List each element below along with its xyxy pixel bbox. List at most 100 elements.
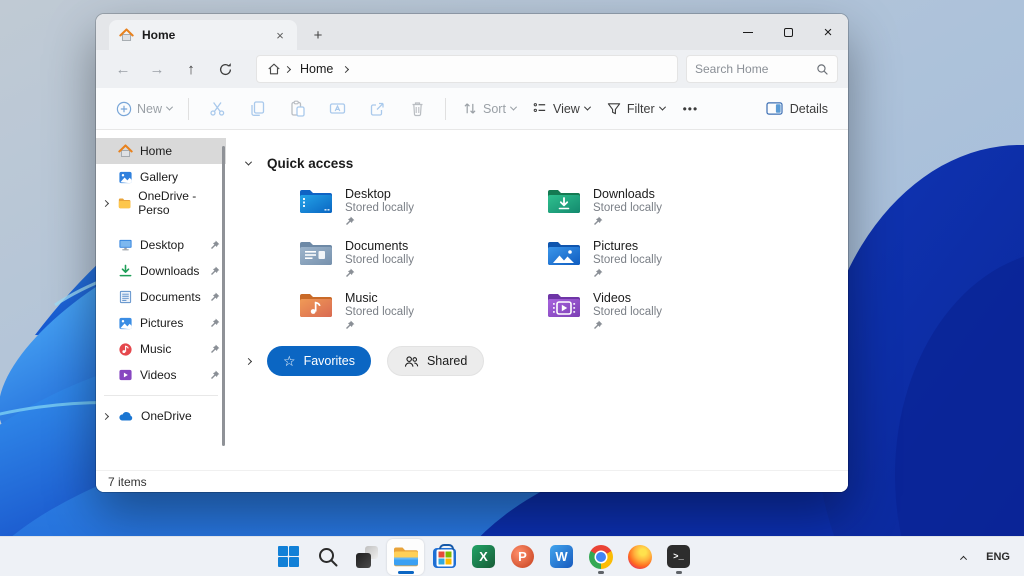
maximize-button[interactable]: [768, 14, 808, 50]
tab-close-button[interactable]: ×: [271, 26, 289, 44]
breadcrumb-home[interactable]: Home: [294, 62, 339, 76]
expand-chevron-icon[interactable]: [245, 357, 252, 364]
search-icon: [317, 546, 339, 568]
sidebar-item-music[interactable]: Music: [96, 336, 226, 362]
rename-icon: [329, 100, 346, 117]
expand-chevron-icon[interactable]: [102, 199, 109, 206]
command-toolbar: New: [96, 88, 848, 130]
new-label: New: [137, 102, 162, 116]
forward-button[interactable]: →: [140, 54, 174, 84]
taskbar-search-button[interactable]: [309, 539, 346, 575]
show-hidden-icons-chevron[interactable]: [960, 556, 967, 563]
pin-icon: [345, 268, 355, 278]
sidebar-item-label: OneDrive: [141, 409, 192, 423]
view-button[interactable]: View: [524, 95, 598, 122]
content-pane: Quick access: [226, 130, 848, 470]
delete-button[interactable]: [397, 93, 437, 125]
sidebar-item-pictures[interactable]: Pictures: [96, 310, 226, 336]
quick-access-item-desktop[interactable]: Desktop Stored locally: [299, 187, 547, 228]
excel-button[interactable]: X: [465, 539, 502, 575]
task-view-button[interactable]: [348, 539, 385, 575]
word-button[interactable]: W: [543, 539, 580, 575]
music-folder-icon: [299, 291, 333, 319]
expand-chevron-icon[interactable]: [102, 412, 109, 419]
details-label: Details: [790, 102, 828, 116]
quick-access-item-music[interactable]: Music Stored locally: [299, 291, 547, 332]
chevron-down-icon: [166, 104, 173, 111]
cut-button[interactable]: [197, 93, 237, 125]
sidebar-item-onedrive-personal[interactable]: OneDrive - Perso: [96, 190, 226, 216]
copy-icon: [249, 100, 266, 117]
sidebar-item-desktop[interactable]: Desktop: [96, 232, 226, 258]
sort-button[interactable]: Sort: [454, 95, 524, 122]
sidebar-item-onedrive[interactable]: OneDrive: [96, 403, 226, 429]
quick-access-item-videos[interactable]: Videos Stored locally: [547, 291, 795, 332]
explorer-body: Home Gallery OneDrive -: [96, 130, 848, 470]
sidebar-item-documents[interactable]: Documents: [96, 284, 226, 310]
tab-home[interactable]: Home ×: [109, 20, 297, 50]
new-tab-button[interactable]: +: [305, 22, 331, 48]
sidebar-item-videos[interactable]: Videos: [96, 362, 226, 388]
filter-label: Filter: [627, 102, 655, 116]
section-pills: ☆ Favorites Shared: [242, 346, 848, 376]
filter-button[interactable]: Filter: [598, 95, 673, 122]
new-button[interactable]: New: [108, 95, 180, 123]
powerpoint-button[interactable]: P: [504, 539, 541, 575]
taskbar-icons: X P W >_: [270, 539, 697, 575]
pin-icon: [345, 320, 355, 330]
minimize-button[interactable]: [728, 14, 768, 50]
quick-access-item-documents[interactable]: Documents Stored locally: [299, 239, 547, 280]
search-icon: [816, 63, 829, 76]
share-button[interactable]: [357, 93, 397, 125]
favorites-pill[interactable]: ☆ Favorites: [267, 346, 371, 376]
sort-label: Sort: [483, 102, 506, 116]
documents-icon: [118, 290, 133, 304]
details-button[interactable]: Details: [758, 95, 836, 122]
quick-access-header[interactable]: Quick access: [242, 156, 848, 171]
rename-button[interactable]: [317, 93, 357, 125]
sidebar-item-label: Pictures: [140, 316, 183, 330]
copy-button[interactable]: [237, 93, 277, 125]
file-explorer-button[interactable]: [387, 539, 424, 575]
sidebar-item-label: Videos: [140, 368, 176, 382]
delete-icon: [409, 100, 426, 117]
share-icon: [369, 100, 386, 117]
more-options-button[interactable]: •••: [673, 102, 709, 116]
microsoft-store-button[interactable]: [426, 539, 463, 575]
breadcrumb-chevron-icon[interactable]: [342, 65, 349, 72]
up-button[interactable]: ↑: [174, 54, 208, 84]
back-button[interactable]: ←: [106, 54, 140, 84]
terminal-button[interactable]: >_: [660, 539, 697, 575]
refresh-button[interactable]: [208, 54, 242, 84]
pin-icon: [210, 292, 220, 302]
windows-logo-icon: [278, 546, 300, 568]
pictures-folder-icon: [547, 239, 581, 267]
sidebar-item-gallery[interactable]: Gallery: [96, 164, 226, 190]
language-indicator[interactable]: ENG: [986, 551, 1010, 563]
home-icon: [118, 144, 133, 158]
view-icon: [532, 101, 548, 116]
chevron-down-icon: [584, 104, 591, 111]
item-name: Pictures: [593, 239, 662, 253]
sidebar-item-home[interactable]: Home: [96, 138, 226, 164]
search-box[interactable]: Search Home: [686, 55, 838, 83]
item-subtitle: Stored locally: [593, 306, 662, 318]
start-button[interactable]: [270, 539, 307, 575]
item-name: Desktop: [345, 187, 414, 201]
shared-pill[interactable]: Shared: [387, 346, 484, 376]
firefox-button[interactable]: [621, 539, 658, 575]
close-button[interactable]: ×: [808, 14, 848, 50]
sidebar-item-downloads[interactable]: Downloads: [96, 258, 226, 284]
microsoft-store-icon: [433, 548, 456, 568]
pin-icon: [593, 320, 603, 330]
quick-access-item-downloads[interactable]: Downloads Stored locally: [547, 187, 795, 228]
sidebar-scrollbar[interactable]: [222, 146, 225, 446]
collapse-chevron-icon[interactable]: [245, 159, 252, 166]
star-icon: ☆: [283, 354, 296, 368]
paste-button[interactable]: [277, 93, 317, 125]
pin-icon: [345, 216, 355, 226]
address-bar[interactable]: Home: [256, 55, 678, 83]
firefox-icon: [628, 545, 652, 569]
quick-access-item-pictures[interactable]: Pictures Stored locally: [547, 239, 795, 280]
chrome-button[interactable]: [582, 539, 619, 575]
